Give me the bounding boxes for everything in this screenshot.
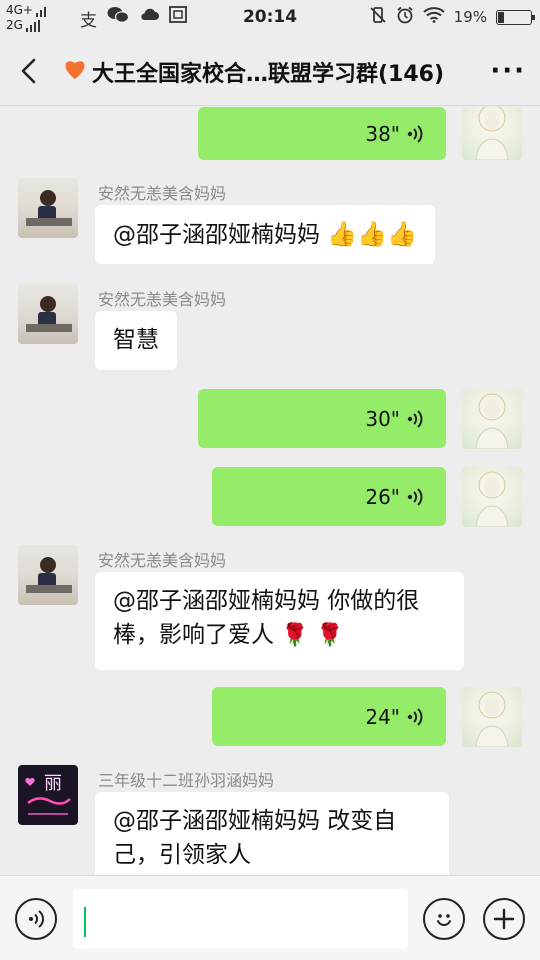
sender-name: 三年级十二班孙羽涵妈妈 [98,771,275,790]
plus-icon [493,908,515,930]
text-caret [84,907,86,937]
text-message-bubble[interactable]: @邵子涵邵娅楠妈妈 👍👍👍 [95,205,435,264]
message-text: @邵子涵邵娅楠妈妈 [113,222,328,248]
message-list[interactable]: 38" 安然无恙美含妈妈 @邵子涵邵娅楠妈妈 👍👍👍 安然无恙美含妈妈 智慧 3… [0,107,540,875]
message-input[interactable] [73,889,408,949]
voice-input-button[interactable] [15,898,57,940]
alarm-icon [396,6,414,28]
sender-name: 安然无恙美含妈妈 [98,551,227,570]
battery-fill [498,11,504,23]
rose-emoji: 🌹 [281,623,309,648]
my-avatar[interactable] [462,107,522,160]
battery-icon [496,9,535,25]
status-bar: 4G+ 2G 支 20:14 19% [0,0,540,36]
emoji-icon [437,914,451,926]
more-actions-button[interactable] [483,898,525,940]
chat-title-text: 大王全国家校合…联盟学习群(146) [92,62,445,87]
sender-avatar[interactable] [18,178,78,238]
text-message-bubble[interactable]: @邵子涵邵娅楠妈妈 你做的很 棒，影响了爱人 🌹 🌹 [95,572,464,670]
message-text: 智慧 [113,327,159,353]
vibrate-off-icon [369,6,387,28]
voice-message-bubble[interactable]: 38" [198,107,446,160]
voice-duration: 38" [365,121,400,146]
input-bar [0,875,540,960]
heart-icon [62,58,88,86]
message-text-line: @邵子涵邵娅楠妈妈 你做的很 [113,588,420,614]
my-avatar[interactable] [462,467,522,527]
sender-name: 安然无恙美含妈妈 [98,184,227,203]
chevron-left-icon [21,58,36,84]
system-status: 19% [369,6,535,28]
voice-input-icon [29,910,44,928]
message-text-line: 棒，影响了爱人 [113,622,274,648]
message-text-line: 己，引领家人 [113,842,251,868]
voice-message-bubble[interactable]: 26" [212,467,446,526]
sender-avatar[interactable] [18,284,78,344]
sender-name: 安然无恙美含妈妈 [98,290,227,309]
text-message-bubble[interactable]: @邵子涵邵娅楠妈妈 改变自 己，引领家人 [95,792,449,875]
text-message-bubble[interactable]: 智慧 [95,311,177,370]
voice-duration: 30" [365,406,400,431]
chat-title[interactable]: 大王全国家校合…联盟学习群(146) [62,56,482,88]
voice-message-bubble[interactable]: 24" [212,687,446,746]
voice-duration: 24" [365,704,400,729]
message-text-line: @邵子涵邵娅楠妈妈 改变自 [113,808,397,834]
voice-wave-icon [407,487,423,506]
voice-wave-icon [407,707,423,726]
thumbs-up-emoji: 👍 [357,220,388,248]
thumbs-up-emoji: 👍 [327,220,358,248]
chat-header: 大王全国家校合…联盟学习群(146) ··· [0,36,540,106]
my-avatar[interactable] [462,687,522,747]
avatar-text: 丽 [44,773,62,794]
wifi-icon [422,7,445,27]
rose-emoji: 🌹 [316,623,344,648]
more-button[interactable]: ··· [490,56,526,86]
voice-wave-icon [407,124,423,143]
sender-avatar[interactable]: 丽 [18,765,78,825]
sender-avatar[interactable] [18,545,78,605]
back-button[interactable] [12,52,48,90]
my-avatar[interactable] [462,389,522,449]
voice-message-bubble[interactable]: 30" [198,389,446,448]
emoji-button[interactable] [423,898,465,940]
battery-percent: 19% [453,8,487,26]
voice-wave-icon [407,409,423,428]
voice-duration: 26" [365,484,400,509]
thumbs-up-emoji: 👍 [387,220,417,248]
